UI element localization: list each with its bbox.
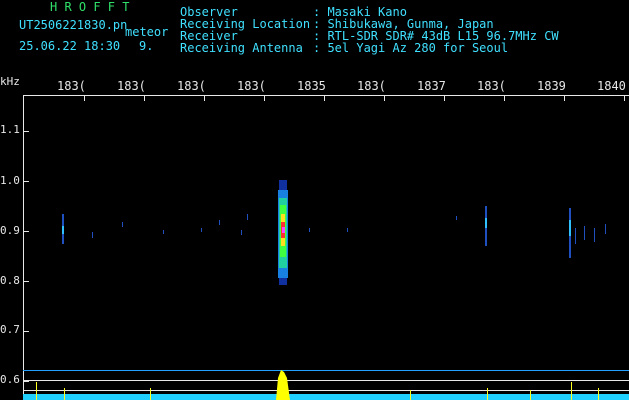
background-noise xyxy=(62,206,606,258)
spectrogram-plot xyxy=(23,95,629,400)
noise-highlights xyxy=(62,218,571,236)
meteor-power-peak xyxy=(276,370,290,400)
meteor-echo xyxy=(278,180,288,285)
plot-frame xyxy=(23,95,629,400)
power-baselines xyxy=(23,370,629,400)
hrofft-window: H R O F F T UT2506221830.pn meteor 25.06… xyxy=(0,0,629,400)
